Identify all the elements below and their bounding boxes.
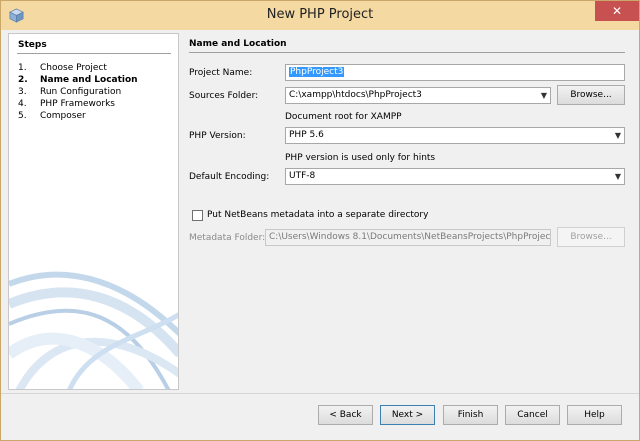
chevron-down-icon: ▼ (614, 172, 621, 181)
sources-folder-combo[interactable]: C:\xampp\htdocs\PhpProject3 ▼ (285, 87, 551, 104)
finish-button[interactable]: Finish (443, 405, 498, 425)
separate-metadata-label[interactable]: Put NetBeans metadata into a separate di… (207, 210, 428, 220)
next-button[interactable]: Next > (380, 405, 435, 425)
step-item: 3. Run Configuration (18, 87, 122, 97)
back-button[interactable]: < Back (318, 405, 373, 425)
section-title: Name and Location (189, 39, 287, 49)
step-label: PHP Frameworks (40, 99, 115, 109)
separate-metadata-checkbox[interactable] (192, 210, 203, 221)
help-button[interactable]: Help (567, 405, 622, 425)
step-label: Choose Project (40, 63, 107, 73)
steps-list: 1. Choose Project 2. Name and Location 3. R… (18, 62, 138, 122)
sources-folder-label: Sources Folder: (189, 91, 259, 101)
default-encoding-combo[interactable]: UTF-8 ▼ (285, 168, 625, 185)
section-divider (189, 52, 625, 53)
step-item: 4. PHP Frameworks (18, 99, 115, 109)
chevron-down-icon: ▼ (540, 91, 547, 100)
new-php-project-dialog: New PHP Project ✕ Steps 1. Choose Project… (0, 0, 640, 441)
steps-panel: Steps 1. Choose Project 2. Name and Locati… (8, 33, 179, 390)
content-panel: Name and Location Project Name: PhpProje… (181, 33, 633, 390)
project-name-input[interactable]: PhpProject3 (285, 64, 625, 81)
sources-folder-hint: Document root for XAMPP (285, 112, 402, 122)
step-item: 1. Choose Project (18, 63, 107, 73)
step-item: 5. Composer (18, 111, 86, 121)
window-title: New PHP Project (266, 7, 374, 22)
step-label: Name and Location (40, 75, 138, 85)
steps-heading: Steps (18, 40, 47, 50)
default-encoding-label: Default Encoding: (189, 172, 270, 182)
php-version-combo[interactable]: PHP 5.6 ▼ (285, 127, 625, 144)
close-button[interactable]: ✕ (595, 1, 639, 21)
step-label: Run Configuration (40, 87, 122, 97)
cancel-button[interactable]: Cancel (505, 405, 560, 425)
footer-divider (1, 393, 639, 394)
chevron-down-icon: ▼ (614, 131, 621, 140)
steps-divider (17, 53, 171, 54)
metadata-browse-button[interactable]: Browse... (557, 227, 625, 247)
sources-browse-button[interactable]: Browse... (557, 85, 625, 105)
project-name-label: Project Name: (189, 68, 253, 78)
title-bar[interactable]: New PHP Project ✕ (1, 1, 639, 30)
metadata-folder-label: Metadata Folder: (189, 233, 266, 243)
php-version-label: PHP Version: (189, 131, 246, 141)
step-label: Composer (40, 111, 86, 121)
netbeans-swoosh-graphic (9, 271, 178, 389)
metadata-folder-input[interactable]: C:\Users\Windows 8.1\Documents\NetBeansP… (265, 229, 551, 246)
php-version-hint: PHP version is used only for hints (285, 153, 436, 163)
step-item-active: 2. Name and Location (18, 75, 138, 85)
